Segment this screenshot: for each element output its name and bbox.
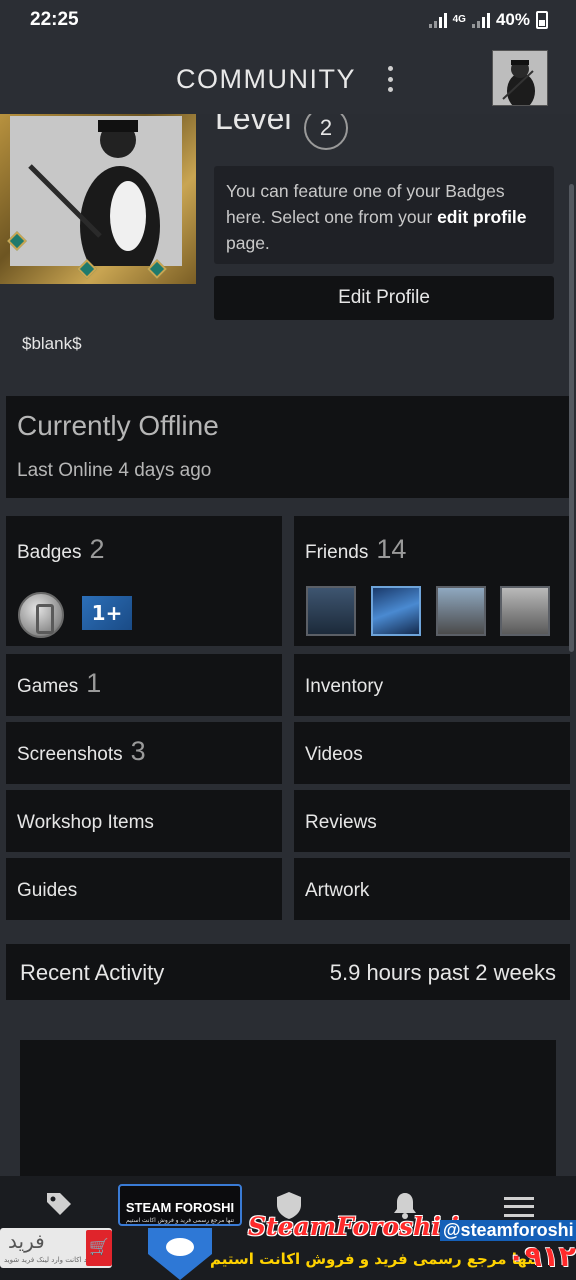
inventory-label: Inventory xyxy=(305,676,384,697)
videos-tile[interactable]: Videos xyxy=(294,722,570,784)
guides-tile[interactable]: Guides xyxy=(6,858,282,920)
reviews-label: Reviews xyxy=(305,812,377,833)
user-avatar[interactable] xyxy=(492,50,548,106)
watermark-site: SteamForoshi.ir xyxy=(248,1212,473,1241)
badges-tile[interactable]: Badges 2 1+ xyxy=(6,516,282,646)
menu-icon[interactable] xyxy=(504,1194,534,1220)
inventory-tile[interactable]: Inventory xyxy=(294,654,570,716)
edit-profile-link[interactable]: edit profile xyxy=(437,207,526,227)
friends-label: Friends xyxy=(305,542,369,563)
workshop-label: Workshop Items xyxy=(17,812,154,833)
friend-avatar[interactable] xyxy=(500,586,550,636)
screenshots-count: 3 xyxy=(130,736,146,766)
profile-avatar-frame[interactable] xyxy=(0,114,196,284)
watermark-handle: @steamforoshi xyxy=(440,1220,576,1241)
screenshots-tile[interactable]: Screenshots 3 xyxy=(6,722,282,784)
app-header: COMMUNITY xyxy=(0,42,576,114)
battery-icon xyxy=(536,11,548,29)
more-options-icon[interactable] xyxy=(384,66,396,92)
videos-label: Videos xyxy=(305,744,363,765)
last-online: Last Online 4 days ago xyxy=(17,460,212,481)
artwork-label: Artwork xyxy=(305,880,370,901)
battery-percent: 40% xyxy=(495,10,530,29)
watermark-logo-banner: STEAM FOROSHI تنها مرجع رسمی فرید و فروش… xyxy=(118,1184,242,1226)
badge-icon-years[interactable]: 1+ xyxy=(82,596,132,630)
network-type: 4G xyxy=(452,14,466,25)
status-indicators: 4G 40% xyxy=(428,10,548,30)
workshop-tile[interactable]: Workshop Items xyxy=(6,790,282,852)
recent-activity-header: Recent Activity 5.9 hours past 2 weeks xyxy=(6,944,570,1000)
page-title: COMMUNITY xyxy=(176,64,356,94)
reviews-tile[interactable]: Reviews xyxy=(294,790,570,852)
status-bar: 22:25 4G 40% xyxy=(0,0,576,42)
friends-tile[interactable]: Friends 14 xyxy=(294,516,570,646)
games-tile[interactable]: Games 1 xyxy=(6,654,282,716)
tag-icon[interactable] xyxy=(44,1190,74,1220)
badges-count: 2 xyxy=(89,534,105,564)
status-time: 22:25 xyxy=(30,9,79,30)
watermark-phone: ۰۹۱۲ ۱۳۰ ۳۱۷۰ xyxy=(507,1240,576,1280)
artwork-tile[interactable]: Artwork xyxy=(294,858,570,920)
friend-avatar[interactable] xyxy=(436,586,486,636)
watermark-logo-tagline: تنها مرجع رسمی فرید و فروش اکانت استیم xyxy=(125,1218,235,1224)
games-count: 1 xyxy=(86,668,102,698)
profile-section: Level 2 You can feature one of your Badg… xyxy=(0,100,576,394)
friend-avatar[interactable] xyxy=(306,586,356,636)
recent-activity-hours: 5.9 hours past 2 weeks xyxy=(329,960,556,985)
profile-name: $blank$ xyxy=(22,334,82,353)
cart-icon: 🛒 xyxy=(86,1230,112,1266)
edit-profile-button[interactable]: Edit Profile xyxy=(214,276,554,320)
guides-label: Guides xyxy=(17,880,78,901)
badge-icon[interactable] xyxy=(18,592,64,638)
watermark-logo-text: STEAM FOROSHI xyxy=(125,1200,235,1215)
badge-note-text-end: page. xyxy=(226,233,270,253)
steam-shield-icon xyxy=(148,1228,212,1280)
online-status: Currently Offline xyxy=(17,410,219,441)
recent-game-card[interactable] xyxy=(20,1040,556,1180)
recent-activity-title: Recent Activity xyxy=(20,960,165,985)
online-status-panel: Currently Offline Last Online 4 days ago xyxy=(6,396,570,498)
signal-icon xyxy=(428,12,447,28)
watermark-buy-label: فرید xyxy=(8,1229,45,1253)
featured-badge-note: You can feature one of your Badges here.… xyxy=(214,166,554,264)
screenshots-label: Screenshots xyxy=(17,744,123,765)
friend-avatar[interactable] xyxy=(371,586,421,636)
friends-count: 14 xyxy=(376,534,407,564)
profile-avatar xyxy=(10,116,182,266)
badges-label: Badges xyxy=(17,542,82,563)
scrollbar[interactable] xyxy=(569,184,574,652)
signal-icon-2 xyxy=(471,12,490,28)
games-label: Games xyxy=(17,676,79,697)
